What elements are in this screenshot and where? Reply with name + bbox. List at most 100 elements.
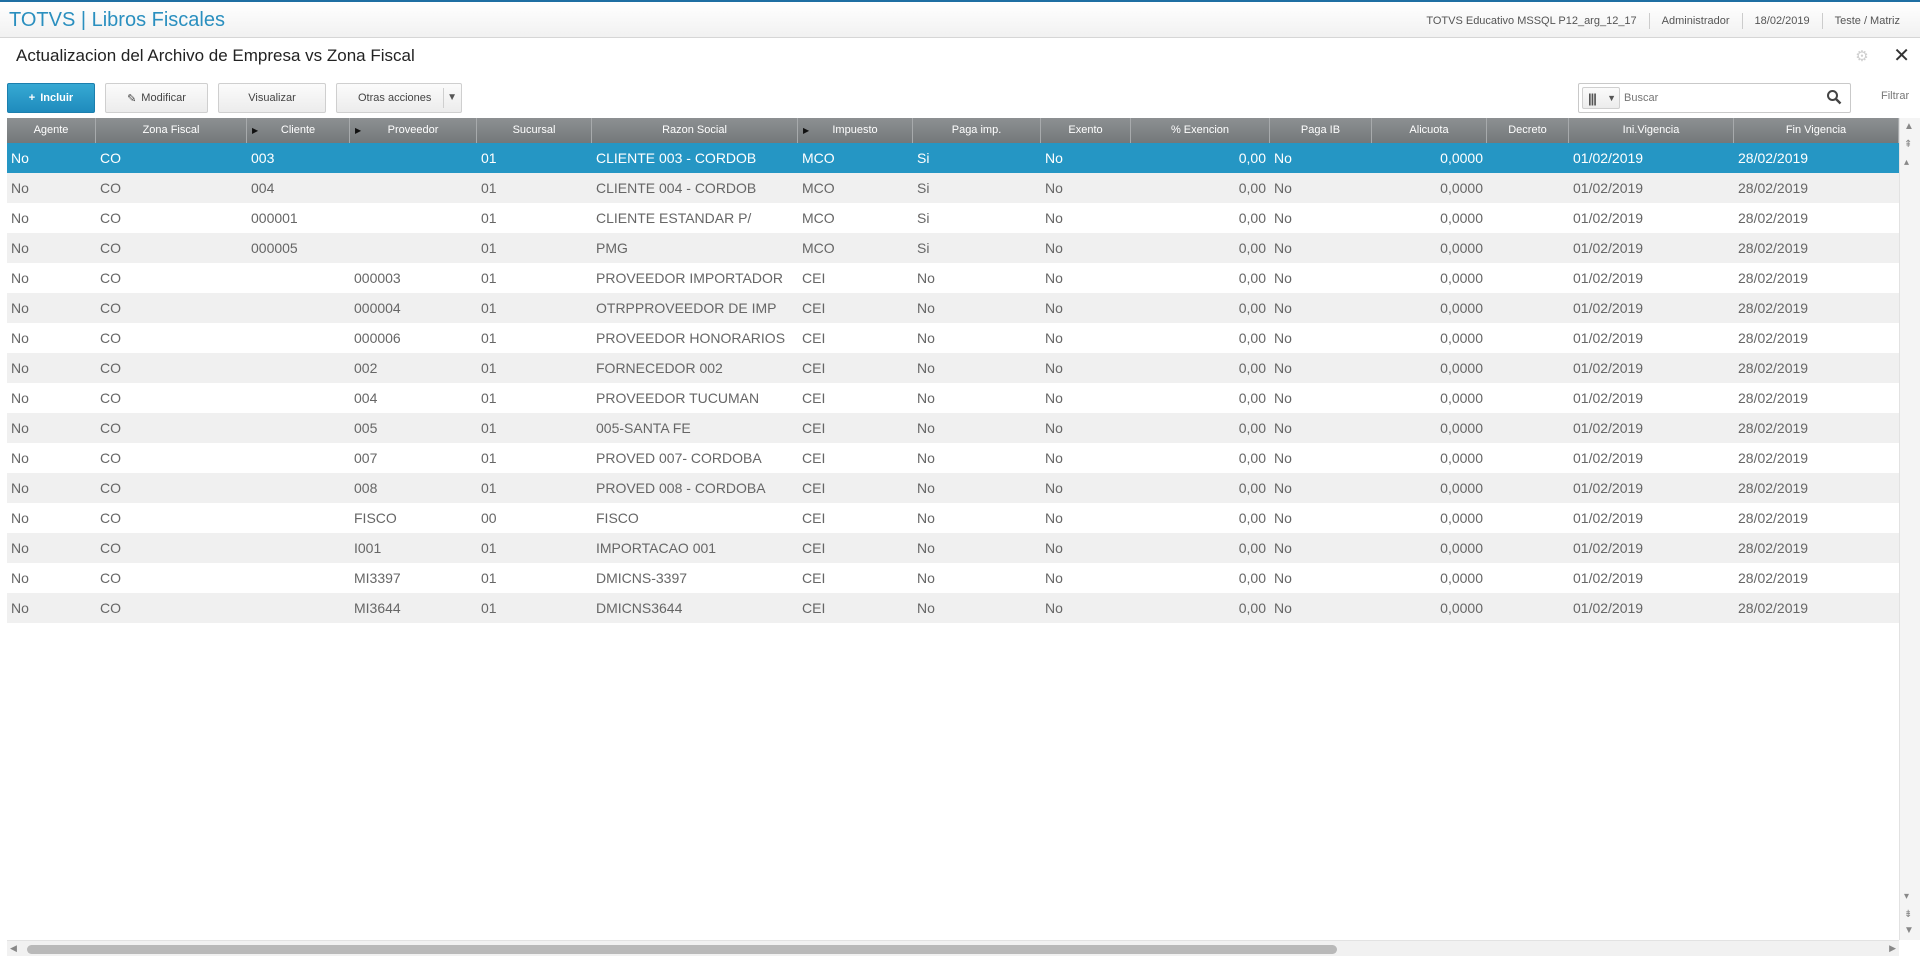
gear-icon[interactable]: ⚙ <box>1854 49 1870 65</box>
column-header[interactable]: % Exencion <box>1131 118 1270 143</box>
filter-link[interactable]: Filtrar <box>1881 90 1909 102</box>
table-cell <box>1487 143 1569 173</box>
environment-label[interactable]: TOTVS Educativo MSSQL P12_arg_12_17 <box>1414 13 1648 29</box>
table-row[interactable]: No CO 002 01 FORNECEDOR 002 CEI No No 0,00 No 0,00… <box>7 353 1899 383</box>
vertical-scrollbar[interactable]: ▲ ⇞ ▴ ▾ ⇟ ▼ <box>1899 118 1920 940</box>
table-row[interactable]: No CO MI3397 01 DMICNS-3397 CEI No No 0,00 No 0,00… <box>7 563 1899 593</box>
table-row[interactable]: No CO 004 01 CLIENTE 004 - CORDOB MCO Si No 0,00… <box>7 173 1899 203</box>
table-cell: No <box>1045 300 1063 316</box>
table-row[interactable]: No CO 007 01 PROVED 007- CORDOBA CEI No No 0,00 N… <box>7 443 1899 473</box>
table-cell: 008 <box>354 480 378 496</box>
table-cell: No <box>917 540 935 556</box>
table-cell: 01/02/2019 <box>1573 450 1644 466</box>
table-cell: 28/02/2019 <box>1738 570 1809 586</box>
user-label[interactable]: Administrador <box>1648 13 1742 29</box>
scroll-left-icon[interactable]: ◀ <box>10 943 17 954</box>
incluir-button[interactable]: + Incluir <box>7 83 95 113</box>
table-row[interactable]: No CO MI3644 01 DMICNS3644 CEI No No 0,00 No 0,000… <box>7 593 1899 623</box>
table-row[interactable]: No CO 000006 01 PROVEEDOR HONORARIOS CEI No No 0… <box>7 323 1899 353</box>
chevron-down-icon[interactable]: ▼ <box>447 92 457 103</box>
table-cell: CO <box>100 390 121 406</box>
close-icon[interactable]: ✕ <box>1893 46 1910 66</box>
column-header[interactable]: Agente <box>7 118 96 143</box>
scroll-down-icon[interactable]: ▾ <box>1904 892 1909 902</box>
table-row[interactable]: No CO I001 01 IMPORTACAO 001 CEI No No 0,00 No 0,0… <box>7 533 1899 563</box>
table-cell: No <box>1274 540 1292 556</box>
table-cell: 01/02/2019 <box>1573 510 1644 526</box>
table-cell: 28/02/2019 <box>1738 270 1809 286</box>
table-cell: MI3397 <box>354 570 401 586</box>
table-cell: 01/02/2019 <box>1573 570 1644 586</box>
table-cell: 01 <box>481 420 497 436</box>
visualizar-label: Visualizar <box>248 92 296 104</box>
modificar-button[interactable]: ✎ Modificar <box>105 83 208 113</box>
visualizar-button[interactable]: Visualizar <box>218 83 326 113</box>
column-header[interactable]: Decreto <box>1487 118 1569 143</box>
table-row[interactable]: No CO 005 01 005-SANTA FE CEI No No 0,00 No 0,0000… <box>7 413 1899 443</box>
table-cell: No <box>917 390 935 406</box>
scroll-top-icon[interactable]: ▲ <box>1904 122 1914 132</box>
column-header[interactable]: ▶ Proveedor <box>350 118 477 143</box>
incluir-label: Incluir <box>40 92 74 104</box>
column-header[interactable]: Exento <box>1041 118 1131 143</box>
column-header[interactable]: Paga imp. <box>913 118 1041 143</box>
horizontal-scrollbar[interactable]: ◀ ▶ <box>7 940 1899 956</box>
table-row[interactable]: No CO 000003 01 PROVEEDOR IMPORTADOR CEI No No 0… <box>7 263 1899 293</box>
columns-button[interactable]: ||| ▼ <box>1582 87 1620 109</box>
table-cell: No <box>1045 420 1063 436</box>
column-header[interactable]: Fin Vigencia <box>1734 118 1899 143</box>
column-header[interactable]: Razon Social <box>592 118 798 143</box>
table-cell: PROVEEDOR IMPORTADOR <box>596 270 783 286</box>
table-cell: OTRPPROVEEDOR DE IMP <box>596 300 777 316</box>
column-header[interactable]: Sucursal <box>477 118 592 143</box>
column-header[interactable]: ▶ Impuesto <box>798 118 913 143</box>
table-cell: 01/02/2019 <box>1573 330 1644 346</box>
table-cell: 01 <box>481 360 497 376</box>
scroll-right-icon[interactable]: ▶ <box>1889 943 1896 954</box>
table-row[interactable]: No CO 000001 01 CLIENTE ESTANDAR P/MCO Si No 0,… <box>7 203 1899 233</box>
otras-acciones-button[interactable]: Otras acciones ▼ <box>336 83 462 113</box>
scrollbar-thumb[interactable] <box>27 945 1337 954</box>
column-header[interactable]: Paga IB <box>1270 118 1372 143</box>
branch-label[interactable]: Teste / Matriz <box>1821 13 1912 29</box>
table-row[interactable]: No CO 008 01 PROVED 008 - CORDOBA CEI No No 0,00… <box>7 473 1899 503</box>
table-cell <box>247 593 350 623</box>
table-cell <box>1487 233 1569 263</box>
table-row[interactable]: No CO 004 01 PROVEEDOR TUCUMAN CEI No No 0,00 No 0… <box>7 383 1899 413</box>
table-cell <box>1487 203 1569 233</box>
table-cell: No <box>11 510 29 526</box>
table-row[interactable]: No CO 000004 01 OTRPPROVEEDOR DE IMP CEI No No 0… <box>7 293 1899 323</box>
table-cell: CO <box>100 300 121 316</box>
table-cell: PROVEEDOR HONORARIOS <box>596 330 786 346</box>
column-header[interactable]: Ini.Vigencia <box>1569 118 1734 143</box>
table-cell: No <box>1274 360 1292 376</box>
search-icon[interactable] <box>1826 89 1842 105</box>
columns-icon: ||| <box>1588 91 1597 106</box>
column-header[interactable]: ▶ Cliente <box>247 118 350 143</box>
table-cell: No <box>1274 450 1292 466</box>
column-header[interactable]: Alicuota <box>1372 118 1487 143</box>
search-box: ||| ▼ <box>1578 83 1851 113</box>
scroll-page-up-icon[interactable]: ⇞ <box>1904 140 1912 150</box>
table-cell: No <box>917 570 935 586</box>
table-row[interactable]: No CO FISCO 00 FISCO CEI No No 0,00 No 0,0000 01/02… <box>7 503 1899 533</box>
scroll-page-down-icon[interactable]: ⇟ <box>1904 910 1912 920</box>
table-row[interactable]: No CO 000005 01 PMG MCO Si No 0,00 No 0,0000 01/02/… <box>7 233 1899 263</box>
search-input[interactable] <box>1624 88 1814 108</box>
scroll-up-icon[interactable]: ▴ <box>1904 158 1909 168</box>
table-cell: CEI <box>802 330 826 346</box>
table-cell: No <box>11 150 29 166</box>
column-header[interactable]: Zona Fiscal <box>96 118 247 143</box>
table-cell: CO <box>100 420 121 436</box>
table-cell: MCO <box>802 180 835 196</box>
table-cell: CEI <box>802 510 826 526</box>
table-cell: No <box>917 480 935 496</box>
table-cell <box>350 173 477 203</box>
table-cell: PROVED 008 - CORDOBA <box>596 480 766 496</box>
date-label[interactable]: 18/02/2019 <box>1741 13 1822 29</box>
table-row[interactable]: No CO 003 01 CLIENTE 003 - CORDOB MCO Si No 0,00… <box>7 143 1899 173</box>
table-header: Agente Zona Fiscal ▶ Cliente ▶ Proveedor S… <box>7 118 1899 143</box>
table-cell: 01/02/2019 <box>1573 240 1644 256</box>
scroll-bottom-icon[interactable]: ▼ <box>1904 926 1914 936</box>
table-cell: CO <box>100 270 121 286</box>
